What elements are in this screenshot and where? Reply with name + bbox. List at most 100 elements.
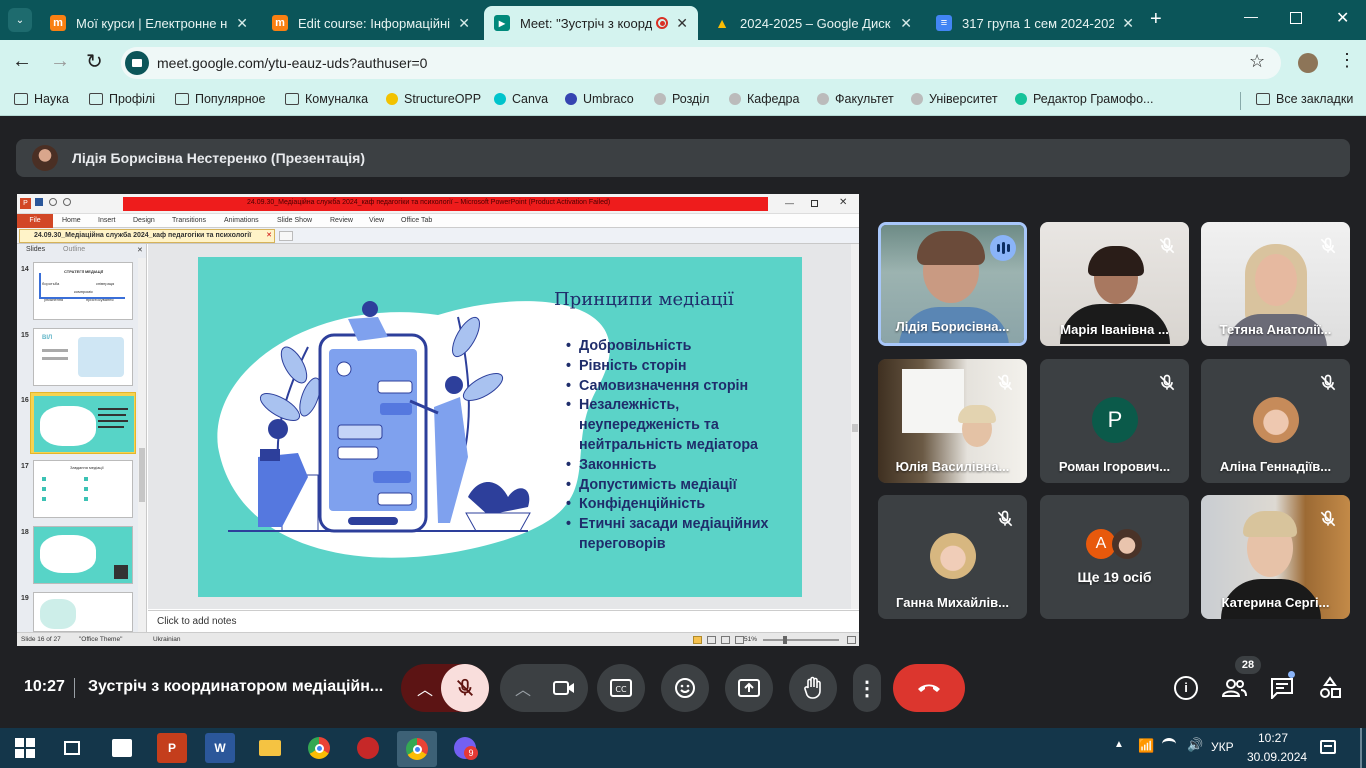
ribbon-tab-review[interactable]: Review [330,217,353,224]
participant-tile-3[interactable]: Тетяна Анатолії... [1201,222,1350,346]
bookmark-folder-nauka[interactable]: Наука [14,92,69,106]
close-icon[interactable]: ✕ [458,15,470,32]
participant-tile-7[interactable]: Ганна Михайлів... [878,495,1027,619]
zoom-level[interactable]: 51% [744,636,757,643]
new-tab-button[interactable]: + [1150,8,1162,31]
restore-button[interactable] [1290,12,1302,24]
wifi-icon[interactable] [1162,738,1176,750]
slides-panel-scrollbar[interactable] [138,258,146,632]
bookmark-star-icon[interactable]: ☆ [1249,51,1265,72]
close-icon[interactable]: ✕ [236,15,248,32]
close-icon[interactable]: ✕ [900,15,912,32]
ribbon-tab-slideshow[interactable]: Slide Show [277,217,312,224]
activities-button[interactable] [1318,676,1342,700]
taskbar-time[interactable]: 10:27 [1258,731,1288,745]
tab-search-button[interactable]: ⌄ [8,8,32,32]
current-slide[interactable]: Принципи медіації • Добровільність • Рівні… [198,257,802,597]
all-bookmarks-button[interactable]: Все закладки [1256,92,1353,106]
browser-tab-4[interactable]: ▲ 2024-2025 – Google Диск ✕ [704,6,922,40]
chat-button[interactable] [1270,677,1294,701]
bookmark-rozdil[interactable]: Розділ [654,92,709,106]
reactions-button[interactable] [661,664,709,712]
close-window-button[interactable]: ✕ [1336,8,1349,28]
participant-tile-9[interactable]: Катерина Сергі... [1201,495,1350,619]
browser-tab-active[interactable]: ▶ Meet: "Зустріч з коорди ✕ [484,6,698,40]
close-icon[interactable]: ✕ [676,15,688,32]
slide-thumbnail-16-selected[interactable] [30,392,136,454]
file-explorer-button[interactable] [255,733,285,763]
network-icon[interactable]: 📶 [1138,738,1154,754]
chrome-app-button[interactable] [304,733,334,763]
volume-icon[interactable]: 🔊 [1187,737,1203,753]
participant-tile-4[interactable]: Юлія Василівна... [878,359,1027,483]
zoom-slider[interactable] [763,636,839,644]
bookmark-canva[interactable]: Canva [494,92,548,106]
slide-thumbnail-19[interactable] [33,592,133,632]
ribbon-tab-animations[interactable]: Animations [224,217,259,224]
ppt-new-doc-tab[interactable] [279,231,293,241]
redo-icon[interactable] [63,198,71,206]
undo-icon[interactable] [49,198,57,206]
bookmark-folder-populyarnoe[interactable]: Популярное [175,92,266,106]
chrome-menu-icon[interactable]: ⋮ [1338,50,1356,71]
bookmark-folder-komunalka[interactable]: Комуналка [285,92,368,106]
slides-panel-tab[interactable]: Slides [26,246,45,253]
bookmark-structureopp[interactable]: StructureOPP [386,92,481,106]
powerpoint-app-button[interactable]: P [157,733,187,763]
present-button[interactable] [725,664,773,712]
slide-thumbnail-15[interactable]: ВІЛ [33,328,133,386]
captions-button[interactable]: CC [597,664,645,712]
camera-button[interactable] [540,664,588,712]
bookmark-umbraco[interactable]: Umbraco [565,92,634,106]
microphone-button[interactable] [441,664,489,712]
ribbon-tab-view[interactable]: View [369,217,384,224]
slide-thumbnail-17[interactable]: Завдання медіації [33,460,133,518]
slide-thumbnail-18[interactable] [33,526,133,584]
close-icon[interactable]: ✕ [266,231,272,239]
chrome-profile-app-button-active[interactable] [397,731,437,767]
profile-avatar[interactable] [1298,53,1318,73]
ribbon-tab-design[interactable]: Design [133,217,155,224]
people-button[interactable] [1220,676,1248,700]
back-button[interactable]: ← [12,50,32,73]
task-view-button[interactable] [57,733,87,763]
reading-view-icon[interactable] [721,636,730,644]
normal-view-icon[interactable] [693,636,702,644]
raise-hand-button[interactable] [789,664,837,712]
fit-to-window-icon[interactable] [847,636,856,644]
ribbon-tab-home[interactable]: Home [62,217,81,224]
forward-button[interactable]: → [50,50,70,73]
ppt-restore-button[interactable] [811,200,818,207]
bookmark-kafedra[interactable]: Кафедра [729,92,799,106]
leave-call-button[interactable] [893,664,965,712]
participant-tile-6[interactable]: Аліна Геннадіїв... [1201,359,1350,483]
slideshow-view-icon[interactable] [735,636,744,644]
store-app-button[interactable] [107,733,137,763]
url-text[interactable]: meet.google.com/ytu-eauz-uds?authuser=0 [157,55,427,71]
more-participants-tile[interactable]: A Ще 19 осіб [1040,495,1189,619]
reload-button[interactable]: ↻ [86,49,103,74]
participant-tile-1[interactable]: Лідія Борисівна... [878,222,1027,346]
ribbon-tab-transitions[interactable]: Transitions [172,217,206,224]
site-info-icon[interactable] [125,51,149,75]
bookmark-fakultet[interactable]: Факультет [817,92,894,106]
participant-tile-5[interactable]: P Роман Ігорович... [1040,359,1189,483]
slide-thumbnail-14[interactable]: СТРАТЕГІЇ МЕДІАЦІЇ боротьба співпраця ко… [33,262,133,320]
notes-pane[interactable]: Click to add notes [148,610,859,632]
keyboard-language[interactable]: УКР [1211,740,1234,754]
ribbon-tab-officetab[interactable]: Office Tab [401,217,432,224]
close-icon[interactable]: ✕ [137,246,143,254]
browser-tab-1[interactable]: m Мої курси | Електронне нав ✕ [40,6,258,40]
bookmark-folder-profili[interactable]: Профілі [89,92,155,106]
bookmark-grammarly[interactable]: Редактор Грамофо... [1015,92,1153,106]
browser-tab-5[interactable]: ≡ 317 група 1 сем 2024-2025 ✕ [926,6,1144,40]
notifications-button[interactable] [1320,740,1336,754]
slide-sorter-icon[interactable] [707,636,716,644]
ppt-doc-tab[interactable]: 24.09.30_Медіаційна служба 2024_каф педа… [19,229,275,243]
windows-start-button[interactable] [10,733,40,763]
close-icon[interactable]: ✕ [1122,15,1134,32]
ribbon-tab-insert[interactable]: Insert [98,217,116,224]
bookmark-universytet[interactable]: Університет [911,92,998,106]
participant-tile-2[interactable]: Марія Іванівна ... [1040,222,1189,346]
minimize-button[interactable]: — [1244,8,1258,24]
